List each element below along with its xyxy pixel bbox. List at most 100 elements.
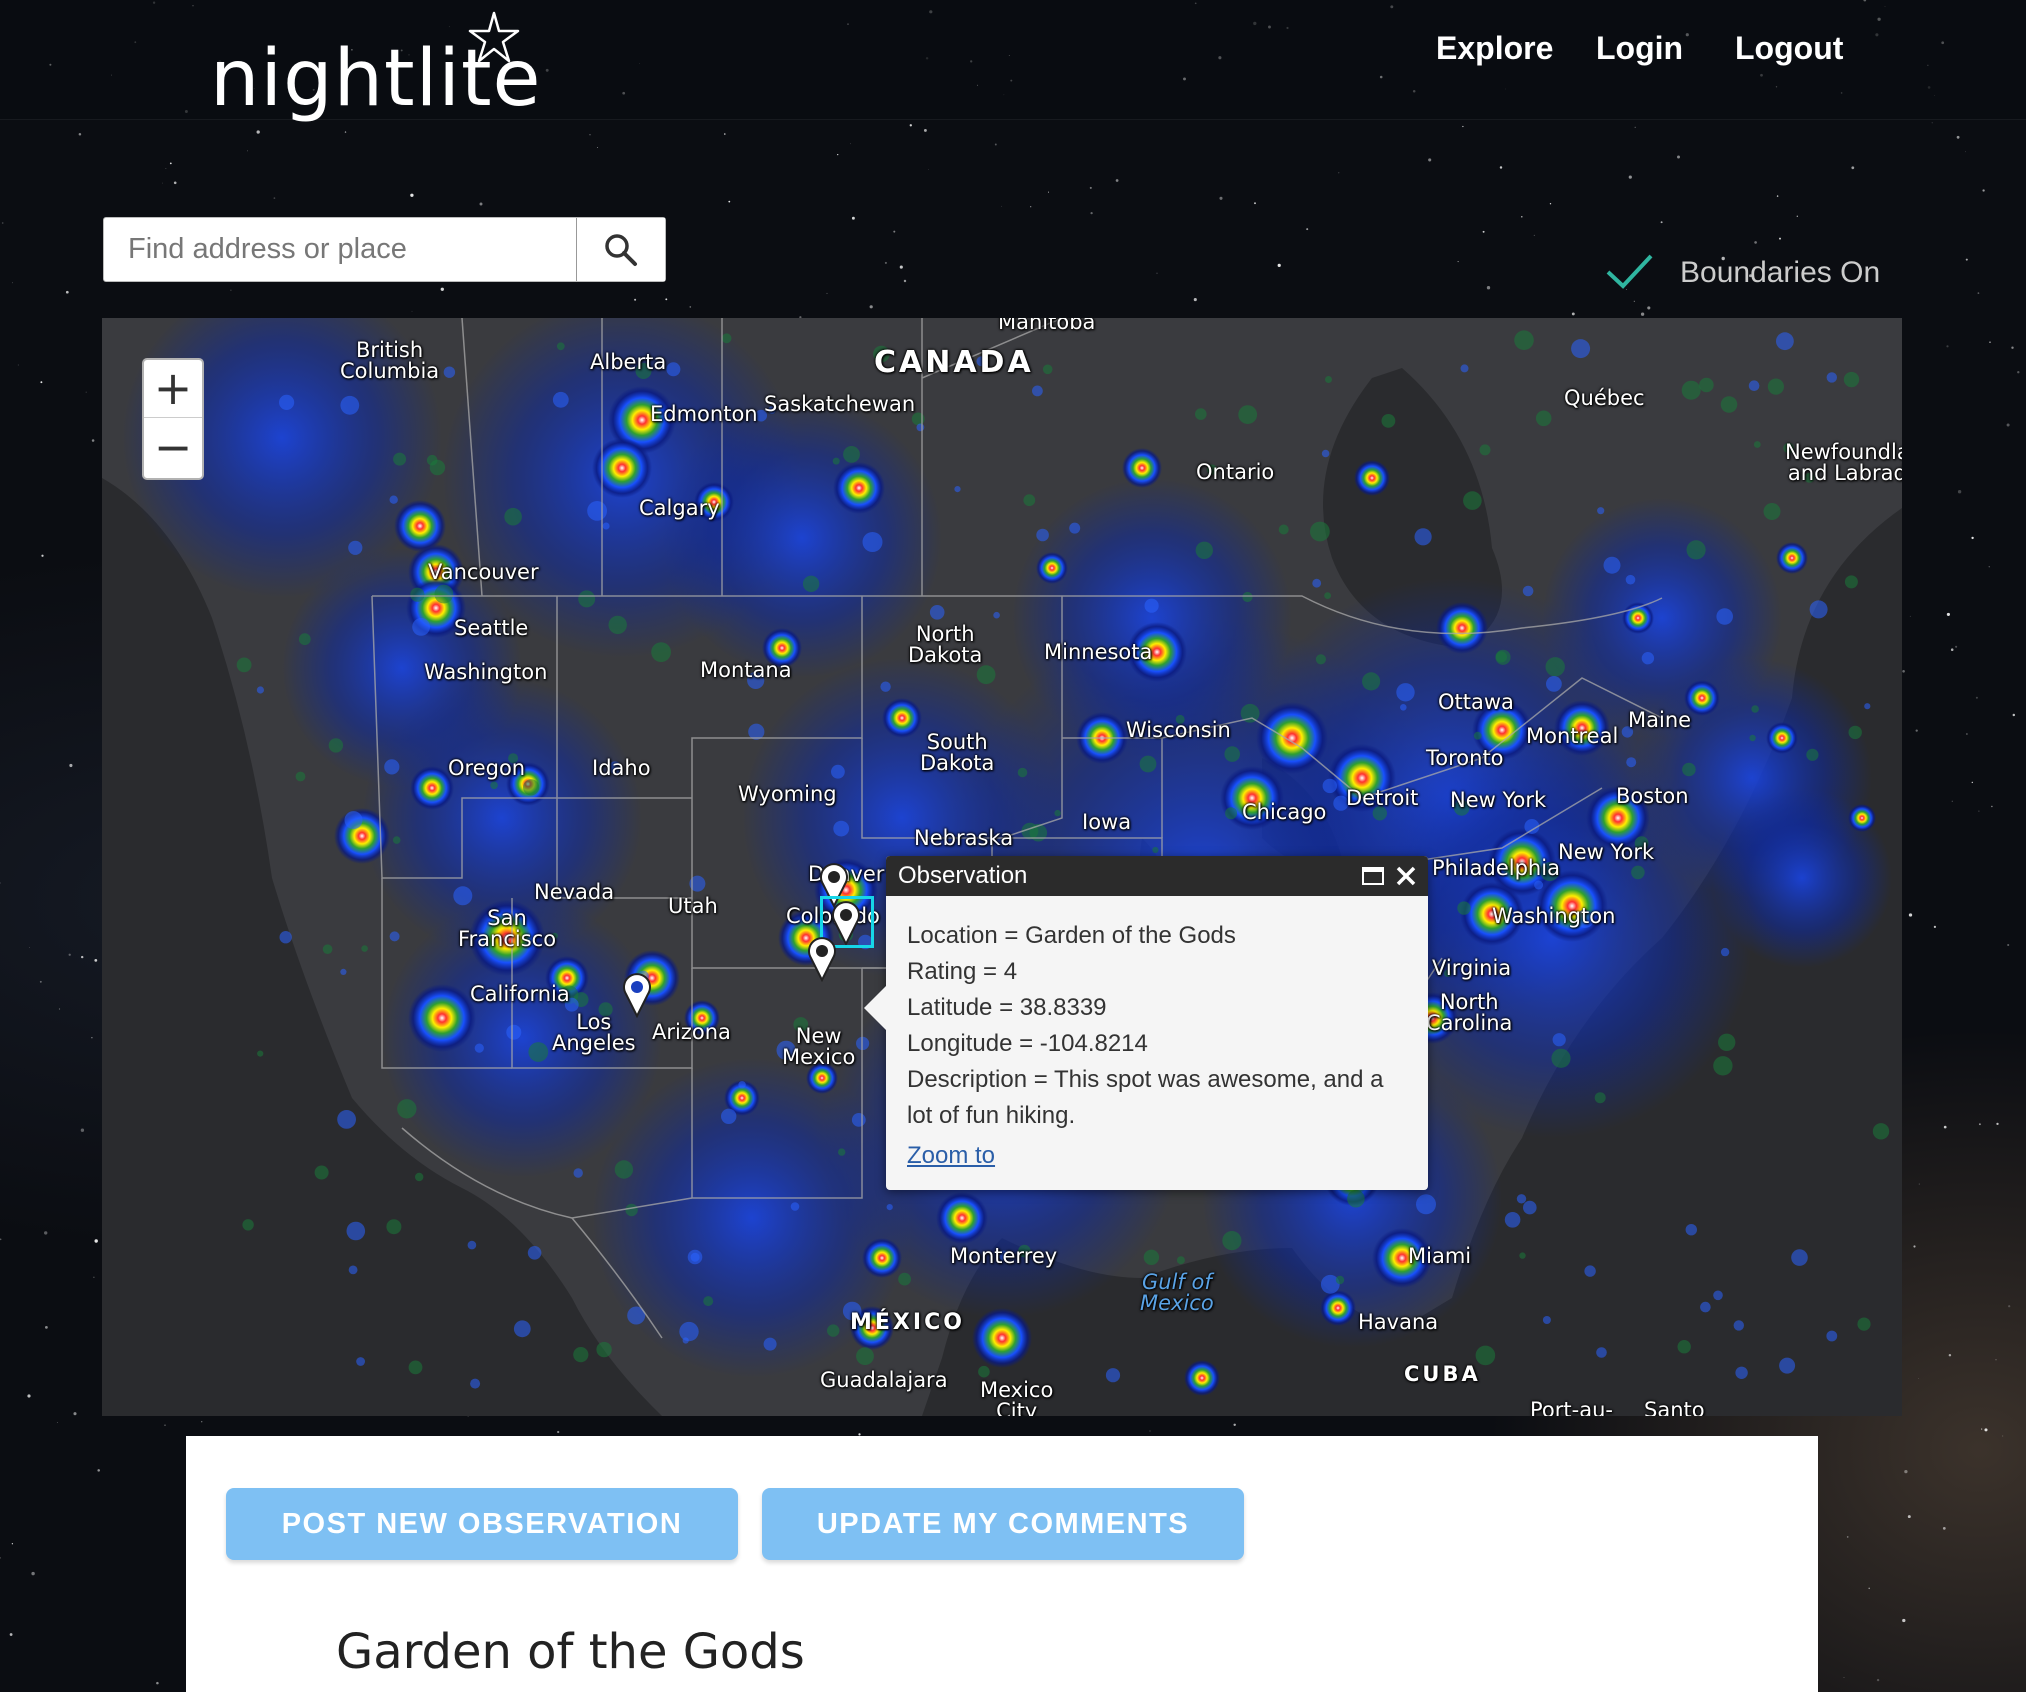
star	[1428, 158, 1432, 162]
light-speck	[1105, 1368, 1121, 1383]
search-input[interactable]	[104, 218, 577, 281]
light-speck	[1036, 528, 1049, 542]
light-speck	[1597, 507, 1605, 515]
light-speck	[1312, 578, 1322, 588]
light-speck	[738, 1081, 746, 1089]
star	[156, 1681, 159, 1685]
zoom-in-button[interactable]: +	[144, 360, 202, 418]
star	[1971, 781, 1974, 784]
star	[927, 168, 929, 170]
nav-login-link[interactable]: Login	[1596, 30, 1683, 67]
light-speck	[1551, 1048, 1571, 1068]
star	[97, 1469, 100, 1472]
light-speck	[1857, 1317, 1871, 1331]
star	[909, 124, 912, 127]
star	[2017, 371, 2020, 374]
light-hotspot	[1776, 542, 1808, 574]
star	[557, 1430, 560, 1434]
map-pin-icon	[623, 973, 651, 1018]
observation-title: Garden of the Gods	[336, 1624, 805, 1680]
light-speck	[393, 452, 407, 466]
light-speck	[1225, 807, 1238, 820]
light-speck	[608, 615, 627, 635]
light-hotspot	[862, 1238, 902, 1278]
light-speck	[578, 590, 596, 608]
star	[589, 133, 591, 136]
light-speck	[1335, 1275, 1345, 1285]
light-speck	[1139, 755, 1157, 773]
close-icon[interactable]	[1394, 864, 1418, 888]
light-hotspot	[833, 462, 885, 514]
zoom-to-link[interactable]: Zoom to	[907, 1142, 995, 1170]
star	[724, 133, 726, 135]
star	[596, 147, 598, 149]
light-speck	[1460, 364, 1469, 373]
light-hotspot	[1256, 702, 1328, 774]
star	[1776, 195, 1779, 197]
light-speck	[1681, 380, 1701, 400]
star	[12, 282, 13, 284]
light-speck	[573, 1347, 589, 1363]
star	[1571, 312, 1575, 316]
map-label-quebec: Québec	[1564, 386, 1645, 410]
map-pin-icon	[808, 937, 836, 982]
map-label-vancouver: Vancouver	[428, 560, 539, 584]
light-speck	[328, 738, 344, 753]
light-speck	[666, 362, 681, 377]
light-pollution-map[interactable]: + − Manitoba CANADA British Columbia Alb…	[102, 318, 1902, 1416]
light-speck	[490, 781, 498, 790]
star	[1254, 202, 1256, 205]
star	[1933, 925, 1937, 929]
light-speck	[1753, 441, 1761, 448]
map-label-maine: Maine	[1628, 708, 1692, 732]
star	[162, 182, 164, 184]
map-label-new-mexico: New Mexico	[782, 1024, 856, 1069]
light-hotspot	[1320, 1290, 1356, 1326]
star	[0, 1238, 2, 1241]
light-speck	[348, 540, 363, 555]
nightlite-logo[interactable]: nightlite	[210, 10, 550, 130]
observation-marker[interactable]	[622, 972, 652, 1018]
light-speck	[832, 457, 840, 465]
light-speck	[356, 1357, 365, 1366]
maximize-icon[interactable]	[1362, 866, 1384, 886]
light-speck	[587, 501, 607, 521]
light-hotspot	[1354, 460, 1390, 496]
star	[1843, 1677, 1845, 1678]
map-label-monterrey: Monterrey	[950, 1244, 1058, 1268]
post-observation-button[interactable]: POST NEW OBSERVATION	[226, 1488, 738, 1560]
nav-explore-link[interactable]: Explore	[1436, 30, 1553, 67]
light-speck	[1023, 494, 1036, 507]
star	[1156, 272, 1158, 274]
light-speck	[976, 665, 996, 685]
star	[1640, 312, 1645, 316]
observation-panel: POST NEW OBSERVATION UPDATE MY COMMENTS …	[186, 1436, 1818, 1692]
update-comments-button[interactable]: UPDATE MY COMMENTS	[762, 1488, 1244, 1560]
search-button[interactable]	[576, 218, 665, 281]
map-label-mexico-city: Mexico City	[980, 1378, 1054, 1417]
star	[1030, 206, 1032, 208]
light-speck	[682, 1337, 689, 1344]
boundaries-toggle[interactable]: Boundaries On	[1605, 250, 1905, 294]
light-speck	[1625, 574, 1636, 585]
light-speck	[453, 886, 473, 906]
light-speck	[1767, 378, 1784, 395]
star	[1946, 345, 1949, 348]
zoom-control: + −	[142, 358, 204, 480]
light-speck	[1224, 746, 1240, 762]
popup-pointer	[864, 986, 886, 1030]
star	[1486, 286, 1491, 290]
star	[1462, 125, 1464, 128]
light-hotspot	[1036, 552, 1068, 584]
star	[80, 1128, 85, 1132]
star	[2007, 943, 2010, 947]
map-label-edmonton: Edmonton	[650, 402, 758, 426]
light-speck	[1806, 748, 1819, 761]
light-speck	[1826, 1330, 1838, 1342]
nav-logout-link[interactable]: Logout	[1735, 30, 1843, 67]
light-speck	[833, 820, 850, 837]
star	[1965, 151, 1966, 153]
star	[69, 763, 73, 768]
observation-marker[interactable]	[807, 936, 837, 982]
zoom-out-button[interactable]: −	[144, 419, 202, 477]
